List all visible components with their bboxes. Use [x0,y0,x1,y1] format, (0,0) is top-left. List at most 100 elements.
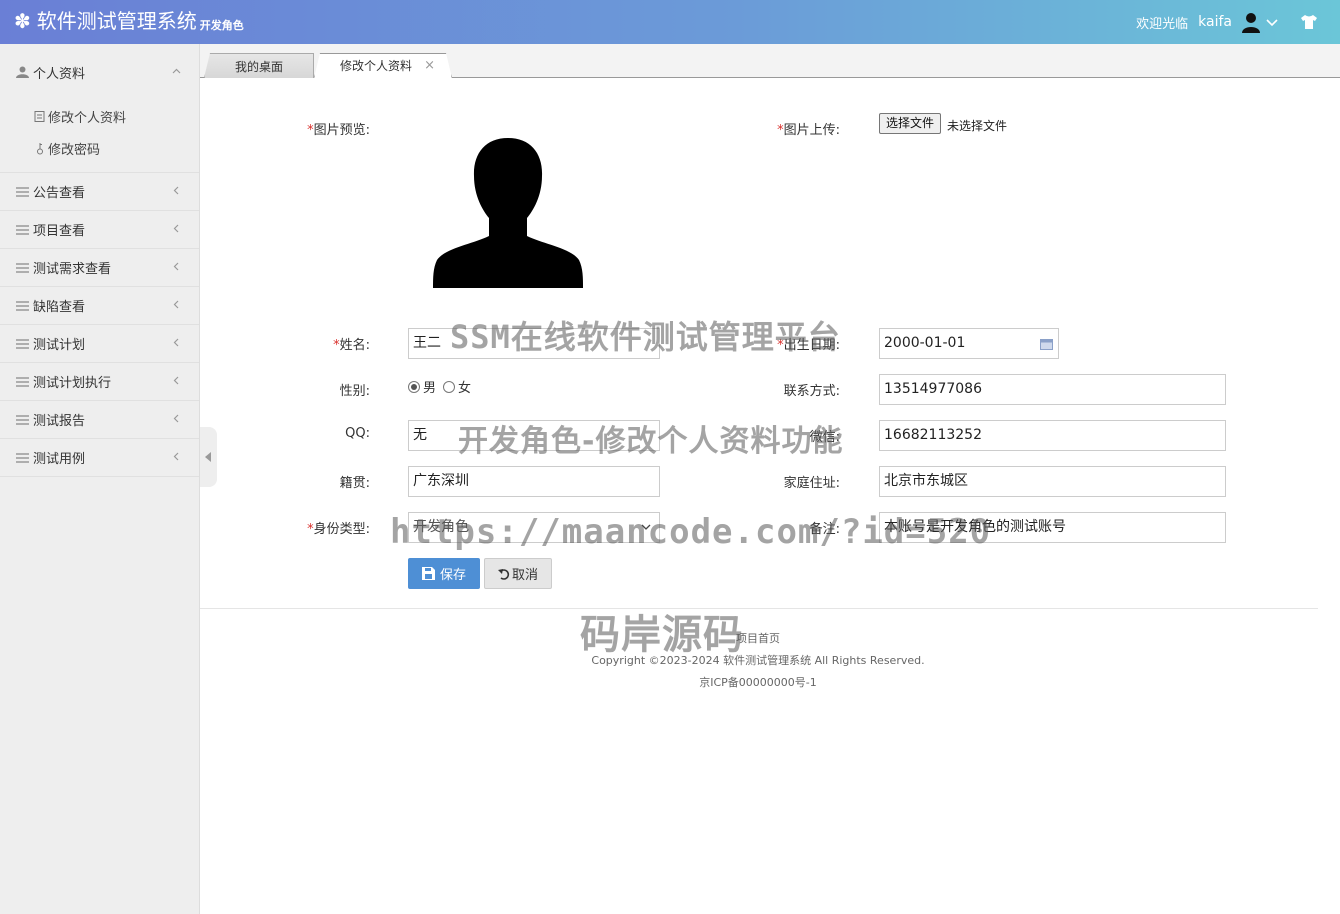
cancel-button[interactable]: 取消 [484,558,552,589]
sidebar-group-test-plan[interactable]: 测试计划 [0,325,199,362]
gender-male-radio[interactable]: 男 [408,377,436,396]
watermark-url: https://maancode.com/?id=520 [390,512,992,552]
list-icon [16,186,29,197]
list-icon [16,300,29,311]
contact-label: 联系方式: [783,384,840,399]
sidebar-item-change-password[interactable]: 修改密码 [0,132,199,164]
welcome-text: 欢迎光临 [1136,16,1189,32]
native-place-label: 籍贯: [339,476,370,491]
sidebar-collapse-toggle[interactable] [200,427,217,487]
watermark-brand: 码岸源码 [580,612,744,658]
chevron-left-icon [173,186,179,195]
copyright-text: Copyright ©2023-2024 软件测试管理系统 All Rights… [591,654,925,667]
user-icon [16,66,29,78]
chevron-left-icon [173,262,179,271]
choose-file-button[interactable]: 选择文件 [879,113,942,134]
chevron-left-icon [173,300,179,309]
chevron-down-icon[interactable] [1266,16,1278,28]
tab-my-desktop[interactable]: 我的桌面 [204,53,314,78]
radio-checked-icon [408,380,420,393]
list-icon [16,338,29,349]
home-link[interactable]: 项目首页 [200,628,1316,650]
watermark-title: SSM在线软件测试管理平台 [450,318,841,356]
app-logo[interactable]: ✽ 软件测试管理系统 开发角色 [14,9,244,33]
image-preview-label: *图片预览: [230,119,370,138]
sidebar-group-projects[interactable]: 项目查看 [0,211,199,248]
footer-divider [200,608,1318,609]
sidebar-group-requirements[interactable]: 测试需求查看 [0,249,199,286]
sidebar-group-label: 个人资料 [33,66,86,82]
gender-label: 性别: [339,384,370,399]
address-input[interactable]: 北京市东城区 [879,466,1226,497]
key-icon [37,142,43,154]
chevron-left-icon [173,376,179,385]
wechat-input[interactable]: 16682113252 [879,420,1226,451]
edit-icon [34,110,45,122]
tab-label: 修改个人资料 [339,59,412,73]
sidebar-group-label: 测试计划执行 [33,376,112,391]
list-icon [16,262,29,273]
radio-label: 男 [423,381,437,396]
username[interactable]: kaifa [1198,14,1232,30]
sidebar-group-label: 测试计划 [33,338,86,353]
label-text: 图片预览: [313,123,370,138]
label-text: 姓名: [339,338,370,353]
file-status: 未选择文件 [947,119,1008,133]
watermark-subtitle: 开发角色-修改个人资料功能 [458,424,844,459]
name-label: *姓名: [230,334,370,353]
cancel-label: 取消 [511,568,538,583]
chevron-left-icon [173,452,179,461]
sidebar-group-plan-execution[interactable]: 测试计划执行 [0,363,199,400]
contact-input[interactable]: 13514977086 [879,374,1226,405]
avatar-preview [433,138,583,288]
sidebar-group-notices[interactable]: 公告查看 [0,173,199,210]
sidebar-group-defects[interactable]: 缺陷查看 [0,287,199,324]
floppy-icon [421,567,435,580]
close-icon[interactable]: × [424,58,435,73]
radio-label: 女 [458,381,472,396]
app-title: 软件测试管理系统 [36,9,197,33]
sidebar-item-label: 修改密码 [48,142,101,158]
footer: 项目首页 Copyright ©2023-2024 软件测试管理系统 All R… [200,628,1316,694]
sidebar-group-label: 缺陷查看 [33,300,86,315]
undo-icon [497,568,510,580]
sidebar-group-label: 测试用例 [33,452,86,467]
chevron-left-icon [173,414,179,423]
native-place-input[interactable]: 广东深圳 [408,466,660,497]
theme-shirt-icon[interactable] [1300,14,1318,30]
tab-edit-profile[interactable]: 修改个人资料 × [314,53,452,78]
calendar-icon[interactable] [1040,338,1053,350]
identity-label: *身份类型: [230,518,370,537]
chevron-left-icon [173,224,179,233]
tab-label: 我的桌面 [234,59,283,74]
sidebar-group-test-report[interactable]: 测试报告 [0,401,199,438]
save-button[interactable]: 保存 [408,558,480,589]
label-text: 图片上传: [783,123,840,138]
chevron-up-icon [172,68,181,74]
birth-date-value: 2000-01-01 [884,335,966,351]
sidebar: 个人资料 修改个人资料 修改密码 公告查看 项目查看 测试需求查看 缺陷查看 测… [0,44,200,914]
qq-label: QQ: [345,426,370,441]
list-icon [16,414,29,425]
role-label: 开发角色 [199,19,244,32]
icp-text[interactable]: 京ICP备00000000号-1 [200,672,1316,694]
list-icon [16,224,29,235]
sidebar-group-profile[interactable]: 个人资料 [0,44,199,100]
radio-unchecked-icon [443,380,455,393]
sidebar-group-test-cases[interactable]: 测试用例 [0,439,199,476]
list-icon [16,452,29,463]
label-text: 身份类型: [313,522,370,537]
list-icon [16,376,29,387]
save-label: 保存 [439,568,466,583]
sidebar-group-label: 测试报告 [33,414,86,429]
user-icon[interactable] [1240,11,1262,33]
sidebar-item-label: 修改个人资料 [48,110,127,126]
top-header: ✽ 软件测试管理系统 开发角色 欢迎光临 kaifa [0,0,1340,44]
birth-date-input[interactable]: 2000-01-01 [879,328,1059,359]
address-label: 家庭住址: [783,476,840,491]
sidebar-group-label: 项目查看 [33,224,86,239]
sidebar-group-label: 公告查看 [33,186,86,201]
caret-left-icon [205,452,211,462]
sidebar-item-edit-profile[interactable]: 修改个人资料 [0,100,199,132]
gender-female-radio[interactable]: 女 [443,377,471,396]
